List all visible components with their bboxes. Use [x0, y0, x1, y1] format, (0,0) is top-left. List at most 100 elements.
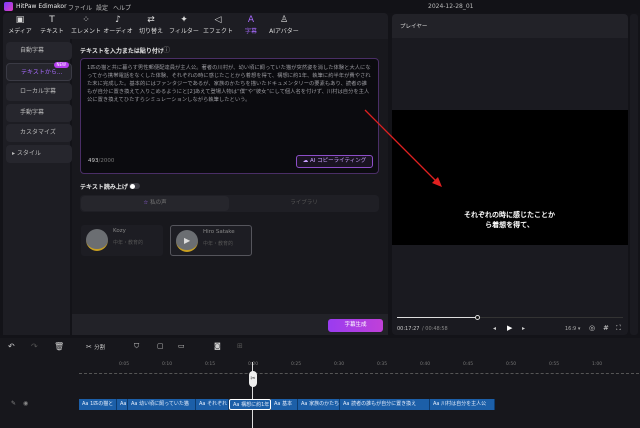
scissors-icon: ✂ [86, 343, 92, 351]
menu-help[interactable]: ヘルプ [113, 3, 131, 12]
text-icon: T [49, 15, 55, 25]
time-tick: 1:00 [592, 362, 603, 367]
delete-icon[interactable]: 🗑 [54, 342, 64, 351]
element-icon: ⁘ [82, 15, 90, 25]
playhead-scissors-icon[interactable]: ✂ [249, 371, 257, 387]
voice-desc: 中年・教育的 [203, 241, 234, 247]
voice-desc: 中年・教育的 [113, 240, 144, 246]
effect-icon: ◁ [214, 15, 222, 25]
tool-label: エレメント [70, 28, 101, 35]
input-heading: テキストを入力または貼り付け [80, 48, 164, 55]
time-tick: 0:25 [291, 362, 302, 367]
tts-label: テキスト読み上げ [80, 184, 128, 191]
voice-tabs: ☆ 私の声 ライブラリ [80, 195, 379, 212]
main-toolbar: ▣ メディア T テキスト ⁘ エレメント ♪ オーディオ ⇄ 切り替え ✦ フィルター ◁… [3, 13, 388, 39]
info-icon[interactable]: ⓘ [163, 45, 170, 55]
text-box-icon[interactable]: ▢ [157, 342, 164, 350]
subtitle-clip[interactable]: Aa 川村は自分を主人公 [430, 399, 495, 410]
split-label: 分割 [94, 345, 106, 351]
subtitle-clip[interactable]: Aa 基本 [271, 399, 298, 410]
char-count-value: 493 [88, 158, 99, 164]
sidebar-item-auto[interactable]: 自動字幕 [6, 42, 72, 60]
sidebar-item-label: テキストから... [21, 69, 63, 76]
time-tick: 0:55 [549, 362, 560, 367]
project-name: 2024-12-28_01 [428, 3, 474, 10]
split-button[interactable]: ✂ 分割 [86, 343, 105, 351]
tool-text[interactable]: T テキスト [35, 15, 69, 35]
fullscreen-icon[interactable]: ⛶ [616, 324, 621, 333]
grid-icon[interactable]: # [603, 324, 609, 332]
avatar-icon: ♙ [279, 15, 289, 25]
subtitle-overlay: それぞれの時に感じたことから着想を得て、 [464, 211, 555, 229]
tool-label: フィルター [169, 28, 199, 35]
tool-label: 切り替え [138, 28, 163, 35]
loop-icon[interactable]: ◙ [214, 342, 221, 350]
menu-file[interactable]: ファイル [68, 3, 92, 12]
sidebar-item-label: スタイル [16, 150, 41, 157]
ai-button-label: AI コピーライティング [310, 158, 367, 164]
marker-icon[interactable]: ⛉ [134, 342, 139, 351]
tool-label: メディア [8, 28, 32, 35]
visibility-icon[interactable]: ◉ [23, 400, 28, 407]
tab-my-voice[interactable]: ☆ 私の声 [81, 196, 229, 211]
subtitle-clip[interactable]: Aa それぞれ [196, 399, 229, 410]
tool-audio[interactable]: ♪ オーディオ [101, 15, 135, 35]
sidebar-item-style[interactable]: ▸ スタイル [6, 145, 72, 163]
menu-settings[interactable]: 設定 [96, 3, 108, 12]
subtitle-icon: A [247, 15, 255, 25]
tool-label: オーディオ [103, 28, 133, 35]
seek-bar[interactable] [397, 317, 623, 318]
sidebar-item-manual[interactable]: 手動字幕 [6, 104, 72, 122]
voice-name: Kozy [113, 228, 126, 234]
time-tick: 0:35 [377, 362, 388, 367]
ai-icon: ☁ [302, 158, 311, 164]
sidebar-item-customize[interactable]: カスタマイズ [6, 124, 72, 142]
tool-filter[interactable]: ✦ フィルター [167, 15, 201, 35]
snapshot-icon[interactable]: ◎ [589, 324, 595, 332]
tool-element[interactable]: ⁘ エレメント [69, 15, 103, 35]
subtitle-clip[interactable]: Aa 幼い頃に飼っていた猫 [128, 399, 196, 410]
subtitle-box-icon[interactable]: ▭ [178, 342, 185, 350]
avatar: ▶ [176, 230, 198, 252]
char-count: 493/2000 [88, 158, 114, 164]
tool-subtitle[interactable]: A 字幕 [234, 15, 268, 35]
redo-icon[interactable]: ↷ [31, 342, 38, 351]
sidebar-item-text-to[interactable]: テキストから... NEW [6, 62, 72, 81]
time-tick: 0:10 [162, 362, 173, 367]
subtitle-clip[interactable]: Aa 家族のかたち [298, 399, 340, 410]
subtitle-clip[interactable]: Aa 構想に約1年 [229, 399, 271, 410]
tool-label: テキスト [40, 28, 64, 35]
tool-ai-avatar[interactable]: ♙ AIアバター [267, 15, 301, 35]
generate-subtitle-button[interactable]: 字幕生成 [328, 319, 383, 332]
time-tick: 0:40 [420, 362, 431, 367]
time-tick: 0:20 [248, 362, 259, 367]
app-logo-icon [4, 2, 13, 11]
subtitle-clip[interactable]: Aa 1匹の猫と [79, 399, 117, 410]
next-frame-icon[interactable]: ▸ [522, 325, 525, 332]
red-arrow-annotation [364, 109, 442, 187]
time-tick: 0:45 [463, 362, 474, 367]
prev-frame-icon[interactable]: ◂ [493, 325, 496, 332]
play-button[interactable]: ▶ [507, 324, 512, 332]
media-icon: ▣ [15, 15, 25, 25]
undo-icon[interactable]: ↶ [8, 342, 15, 351]
title-bar: HitPaw Edimakor ファイル 設定 ヘルプ 2024-12-28_0… [0, 0, 640, 13]
transition-icon: ⇄ [147, 15, 155, 25]
time-ruler[interactable] [79, 370, 639, 374]
aspect-ratio-select[interactable]: 16:9 ▾ [565, 326, 580, 332]
voice-card-hiro-satake[interactable]: ▶ Hiro Satake 中年・教育的 [170, 225, 252, 256]
tool-effect[interactable]: ◁ エフェクト [201, 15, 235, 35]
sidebar-item-local[interactable]: ローカル字幕 [6, 83, 72, 101]
subtitle-clip[interactable]: Aa [117, 399, 128, 410]
tool-transition[interactable]: ⇄ 切り替え [134, 15, 168, 35]
voice-card-kozy[interactable]: Kozy 中年・教育的 [81, 225, 163, 256]
pin-icon[interactable]: ✎ [11, 400, 16, 407]
add-icon[interactable]: ⊞ [237, 342, 243, 350]
subtitle-clip[interactable]: Aa 読者の誰もが自分に置き換え [340, 399, 430, 410]
play-icon[interactable]: ▶ [184, 236, 190, 245]
tab-library[interactable]: ライブラリ [230, 196, 378, 211]
audio-icon: ♪ [115, 15, 121, 25]
tts-toggle[interactable] [129, 183, 140, 189]
tool-media[interactable]: ▣ メディア [3, 15, 37, 35]
voice-name: Hiro Satake [203, 229, 235, 235]
